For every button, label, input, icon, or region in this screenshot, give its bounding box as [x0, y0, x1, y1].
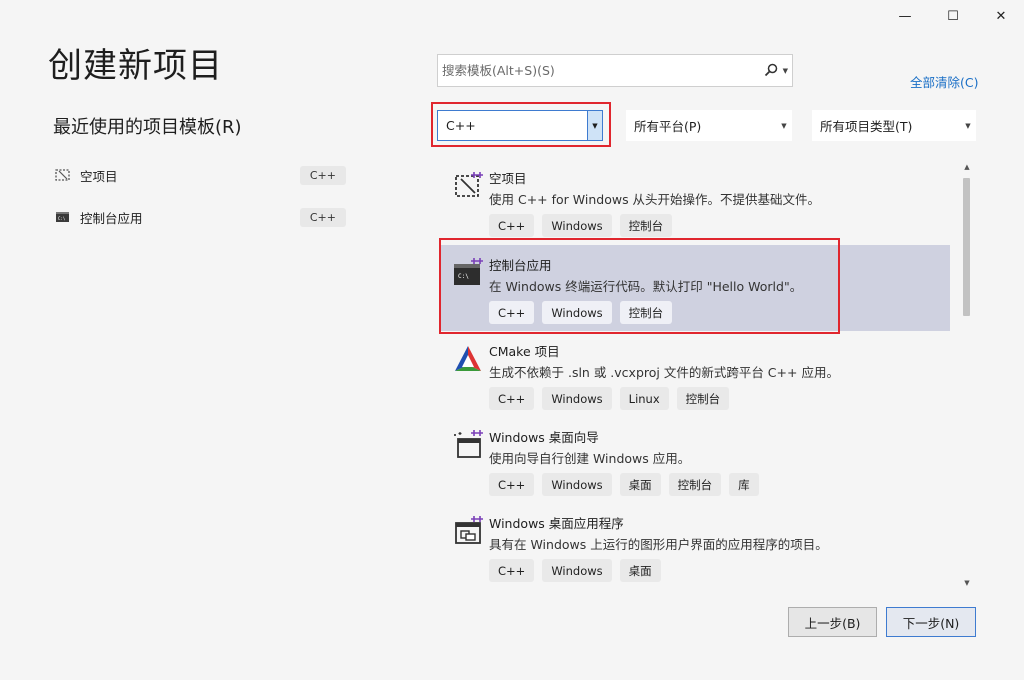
- svg-text:C:\: C:\: [58, 216, 66, 221]
- template-tag: C++: [489, 473, 535, 496]
- template-tag: C++: [489, 301, 535, 324]
- page-title: 创建新项目: [48, 46, 223, 86]
- platform-filter-dropdown[interactable]: 所有平台(P) ▼: [626, 110, 792, 141]
- template-description: 具有在 Windows 上运行的图形用户界面的应用程序的项目。: [489, 537, 828, 552]
- empty-project-icon: [452, 170, 484, 202]
- platform-filter-value: 所有平台(P): [634, 119, 702, 134]
- template-item-cmake[interactable]: CMake 项目 生成不依赖于 .sln 或 .vcxproj 文件的新式跨平台…: [440, 331, 950, 417]
- console-app-icon: C:\: [54, 209, 72, 225]
- template-search-box[interactable]: ▼: [437, 54, 793, 87]
- template-item-desktop-wizard[interactable]: Windows 桌面向导 使用向导自行创建 Windows 应用。 C++ Wi…: [440, 417, 950, 503]
- template-tag: 桌面: [619, 473, 661, 496]
- template-tags: C++ Windows 控制台: [489, 214, 673, 237]
- recent-templates-title: 最近使用的项目模板(R): [53, 117, 242, 138]
- scroll-up-arrow-icon[interactable]: ▲: [959, 160, 975, 174]
- project-type-filter-dropdown[interactable]: 所有项目类型(T) ▼: [812, 110, 976, 141]
- template-tags: C++ Windows 桌面 控制台 库: [489, 473, 759, 496]
- recent-item-console-app[interactable]: C:\ 控制台应用 C++: [54, 206, 346, 228]
- maximize-button[interactable]: ☐: [930, 0, 976, 32]
- template-description: 生成不依赖于 .sln 或 .vcxproj 文件的新式跨平台 C++ 应用。: [489, 365, 839, 380]
- template-tag: 控制台: [668, 473, 722, 496]
- scroll-down-arrow-icon[interactable]: ▼: [959, 576, 975, 590]
- template-list[interactable]: 空项目 使用 C++ for Windows 从头开始操作。不提供基础文件。 C…: [437, 158, 975, 588]
- template-tag: Windows: [542, 387, 612, 410]
- template-tags: C++ Windows 桌面: [489, 559, 661, 582]
- template-tags: C++ Windows Linux 控制台: [489, 387, 730, 410]
- recent-item-tag: C++: [299, 207, 346, 227]
- template-tag: 控制台: [619, 301, 673, 324]
- template-item-empty-project[interactable]: 空项目 使用 C++ for Windows 从头开始操作。不提供基础文件。 C…: [440, 158, 950, 244]
- scroll-thumb[interactable]: [963, 178, 970, 316]
- search-options-chevron-icon[interactable]: ▼: [783, 67, 788, 75]
- recent-item-empty-project[interactable]: 空项目 C++: [54, 164, 346, 186]
- clear-all-link[interactable]: 全部清除(C): [910, 72, 978, 91]
- project-type-filter-value: 所有项目类型(T): [820, 119, 913, 134]
- template-tag: C++: [489, 559, 535, 582]
- recent-item-tag: C++: [299, 165, 346, 185]
- chevron-down-icon: ▼: [781, 121, 787, 130]
- template-tag: C++: [489, 214, 535, 237]
- template-tag: 桌面: [619, 559, 661, 582]
- template-tag: Windows: [542, 559, 612, 582]
- template-tag: 控制台: [619, 214, 673, 237]
- template-tag: C++: [489, 387, 535, 410]
- svg-text:C:\: C:\: [458, 273, 469, 280]
- recent-item-label: 空项目: [80, 168, 118, 184]
- template-item-desktop-app[interactable]: Windows 桌面应用程序 具有在 Windows 上运行的图形用户界面的应用…: [440, 503, 950, 588]
- template-name: 空项目: [489, 171, 527, 186]
- template-list-scrollbar[interactable]: ▲ ▼: [959, 160, 975, 590]
- desktop-app-icon: [452, 515, 484, 547]
- language-filter-dropdown[interactable]: C++ ▼: [437, 110, 603, 141]
- chevron-down-icon: ▼: [965, 121, 971, 130]
- template-description: 在 Windows 终端运行代码。默认打印 "Hello World"。: [489, 279, 803, 294]
- template-name: CMake 项目: [489, 344, 560, 359]
- desktop-wizard-icon: [452, 429, 484, 461]
- console-app-icon: C:\: [452, 257, 484, 289]
- back-button[interactable]: 上一步(B): [788, 607, 877, 637]
- recent-item-label: 控制台应用: [80, 210, 143, 226]
- template-name: Windows 桌面应用程序: [489, 516, 624, 531]
- cmake-icon: [452, 343, 484, 375]
- chevron-down-icon[interactable]: ▼: [587, 111, 602, 140]
- language-filter-value: C++: [446, 118, 476, 133]
- empty-project-icon: [54, 167, 72, 183]
- template-name: Windows 桌面向导: [489, 430, 599, 445]
- next-button[interactable]: 下一步(N): [886, 607, 976, 637]
- template-tag: Windows: [542, 214, 612, 237]
- search-input[interactable]: [442, 55, 752, 86]
- template-tag: 控制台: [676, 387, 730, 410]
- template-tag: Windows: [542, 301, 612, 324]
- template-description: 使用 C++ for Windows 从头开始操作。不提供基础文件。: [489, 192, 821, 207]
- template-tag: 库: [729, 473, 759, 496]
- template-tags: C++ Windows 控制台: [489, 301, 673, 324]
- template-tag: Linux: [619, 387, 669, 410]
- minimize-button[interactable]: —: [882, 0, 928, 32]
- template-item-console-app[interactable]: C:\ 控制台应用 在 Windows 终端运行代码。默认打印 "Hello W…: [440, 245, 950, 331]
- close-button[interactable]: ✕: [978, 0, 1024, 32]
- template-name: 控制台应用: [489, 258, 552, 273]
- template-tag: Windows: [542, 473, 612, 496]
- template-description: 使用向导自行创建 Windows 应用。: [489, 451, 691, 466]
- search-icon[interactable]: [764, 63, 778, 80]
